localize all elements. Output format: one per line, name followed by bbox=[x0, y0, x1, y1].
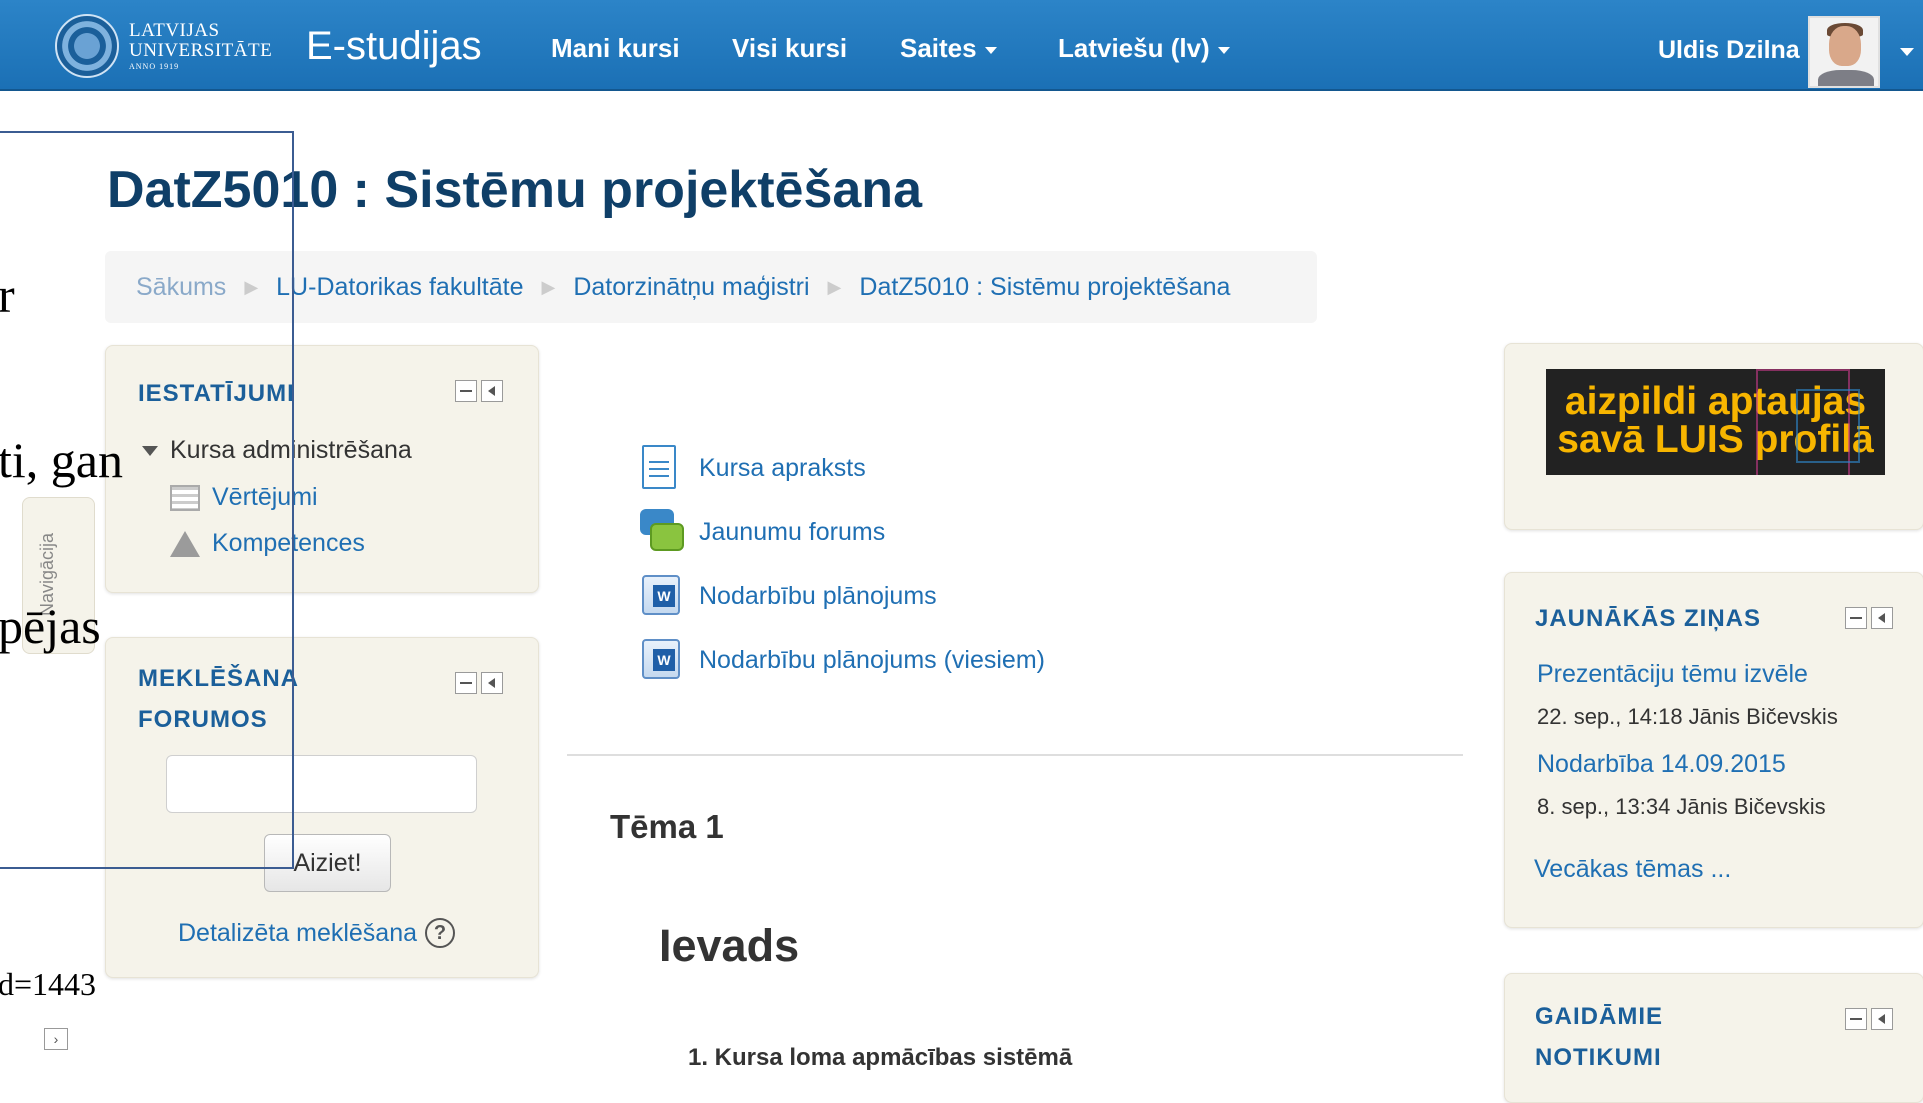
collapse-icon[interactable] bbox=[455, 672, 477, 694]
settings-item-grades[interactable]: Vērtējumi bbox=[170, 483, 318, 512]
logo-line-1: LATVIJAS bbox=[129, 19, 220, 41]
forum-search-title-line-2: FORUMOS bbox=[138, 706, 268, 733]
university-logo[interactable]: LATVIJAS UNIVERSITĀTE ANNO 1919 bbox=[55, 14, 272, 78]
breadcrumb-separator-icon: ▶ bbox=[244, 276, 259, 297]
activity-label: Kursa apraksts bbox=[699, 453, 866, 482]
topic-title: Tēma 1 bbox=[610, 808, 724, 845]
settings-block-title: IESTATĪJUMI bbox=[138, 380, 295, 407]
page-title: DatZ5010 : Sistēmu projektēšana bbox=[107, 161, 922, 219]
forum-icon bbox=[640, 509, 684, 555]
collapse-icon[interactable] bbox=[1845, 607, 1867, 629]
overlay-text-fragment: r bbox=[0, 267, 15, 323]
overlay-text-fragment: d=1443 bbox=[0, 966, 97, 1002]
activity-label: Nodarbību plānojums (viesiem) bbox=[699, 645, 1045, 674]
user-menu-chevron-icon[interactable] bbox=[1900, 48, 1914, 56]
nav-my-courses[interactable]: Mani kursi bbox=[551, 33, 680, 64]
avatar-body bbox=[1818, 70, 1874, 86]
forum-search-title: MEKLĒŠANA FORUMOS bbox=[138, 658, 299, 740]
settings-item-label: Vērtējumi bbox=[212, 483, 318, 511]
settings-item-competences[interactable]: Kompetences bbox=[170, 529, 365, 558]
competences-icon bbox=[170, 530, 200, 557]
activity-label: Jaunumu forums bbox=[699, 517, 886, 546]
news-item-meta: 22. sep., 14:18 Jānis Bičevskis bbox=[1537, 704, 1838, 729]
nav-language-dropdown[interactable]: Latviešu (lv) bbox=[1058, 33, 1230, 64]
overlay-text-fragment: ti, gan bbox=[0, 432, 123, 488]
nav-links-label: Saites bbox=[900, 33, 977, 63]
settings-item-label: Kursa administrēšana bbox=[170, 436, 412, 464]
news-item-meta: 8. sep., 13:34 Jānis Bičevskis bbox=[1537, 794, 1826, 819]
nav-language-label: Latviešu (lv) bbox=[1058, 33, 1210, 63]
avatar-face bbox=[1829, 26, 1861, 66]
survey-banner[interactable]: aizpildi aptaujas savā LUIS profilā bbox=[1546, 369, 1885, 475]
section-heading: Ievads bbox=[659, 920, 800, 971]
section-divider bbox=[567, 754, 1463, 756]
user-name[interactable]: Uldis Dzilna bbox=[1658, 36, 1800, 65]
expand-arrow-icon[interactable]: › bbox=[44, 1028, 68, 1050]
latest-news-controls bbox=[1845, 607, 1893, 629]
upcoming-events-controls bbox=[1845, 1008, 1893, 1030]
forum-search-controls bbox=[455, 672, 503, 694]
word-document-icon: W bbox=[640, 573, 680, 619]
dock-icon[interactable] bbox=[481, 672, 503, 694]
settings-block-controls bbox=[455, 380, 503, 402]
advanced-search-label: Detalizēta meklēšana bbox=[178, 918, 418, 947]
upcoming-events-title-line-2: NOTIKUMI bbox=[1535, 1044, 1662, 1071]
activity-course-description[interactable]: Kursa apraksts bbox=[640, 445, 866, 491]
survey-banner-line-2: savā LUIS profilā bbox=[1557, 418, 1874, 461]
upcoming-events-title-line-1: GAIDĀMIE bbox=[1535, 1003, 1663, 1030]
advanced-search-link[interactable]: Detalizēta meklēšana ? bbox=[178, 918, 456, 948]
top-navbar: LATVIJAS UNIVERSITĀTE ANNO 1919 E-studij… bbox=[0, 0, 1923, 91]
settings-item-label: Kompetences bbox=[212, 529, 365, 557]
upcoming-events-block: GAIDĀMIE NOTIKUMI bbox=[1504, 973, 1923, 1103]
logo-line-3: ANNO 1919 bbox=[129, 61, 180, 71]
nav-links-dropdown[interactable]: Saites bbox=[900, 33, 997, 64]
collapse-icon[interactable] bbox=[1845, 1008, 1867, 1030]
activity-news-forum[interactable]: Jaunumu forums bbox=[640, 509, 885, 555]
breadcrumb-faculty[interactable]: LU-Datorikas fakultāte bbox=[276, 273, 523, 302]
site-brand[interactable]: E-studijas bbox=[306, 24, 482, 69]
word-document-icon: W bbox=[640, 637, 680, 683]
settings-block: IESTATĪJUMI Kursa administrēšana Vērtēju… bbox=[105, 345, 539, 593]
list-item: 1. Kursa loma apmācības sistēmā bbox=[688, 1044, 1073, 1071]
search-submit-button[interactable]: Aiziet! bbox=[264, 834, 391, 892]
breadcrumb: Sākums ▶ LU-Datorikas fakultāte ▶ Datorz… bbox=[105, 251, 1317, 323]
news-item-title[interactable]: Nodarbība 14.09.2015 bbox=[1537, 750, 1786, 779]
news-item-title[interactable]: Prezentāciju tēmu izvēle bbox=[1537, 660, 1808, 689]
logo-text: LATVIJAS UNIVERSITĀTE ANNO 1919 bbox=[129, 19, 273, 71]
activity-lesson-plan-guests[interactable]: W Nodarbību plānojums (viesiem) bbox=[640, 637, 1045, 683]
activity-label: Nodarbību plānojums bbox=[699, 581, 937, 610]
survey-banner-line-1: aizpildi aptaujas bbox=[1564, 380, 1867, 423]
collapse-icon[interactable] bbox=[455, 380, 477, 402]
expand-arrow-icon bbox=[142, 445, 158, 456]
forum-search-title-line-1: MEKLĒŠANA bbox=[138, 665, 300, 692]
page-icon bbox=[640, 445, 680, 491]
forum-search-input[interactable] bbox=[166, 755, 477, 813]
breadcrumb-home[interactable]: Sākums bbox=[136, 273, 226, 302]
dock-icon[interactable] bbox=[1871, 607, 1893, 629]
older-topics-link[interactable]: Vecākas tēmas ... bbox=[1534, 855, 1731, 884]
grades-icon bbox=[170, 484, 200, 511]
avatar[interactable] bbox=[1808, 16, 1880, 88]
university-seal-icon bbox=[55, 14, 119, 78]
chevron-down-icon bbox=[1217, 46, 1230, 54]
activity-lesson-plan[interactable]: W Nodarbību plānojums bbox=[640, 573, 937, 619]
dock-icon[interactable] bbox=[1871, 1008, 1893, 1030]
latest-news-title: JAUNĀKĀS ZIŅAS bbox=[1535, 605, 1762, 632]
breadcrumb-separator-icon: ▶ bbox=[541, 276, 556, 297]
breadcrumb-course[interactable]: DatZ5010 : Sistēmu projektēšana bbox=[859, 273, 1230, 302]
overlay-text-fragment: pējas bbox=[0, 598, 101, 654]
dock-icon[interactable] bbox=[481, 380, 503, 402]
breadcrumb-separator-icon: ▶ bbox=[827, 276, 842, 297]
chevron-down-icon bbox=[984, 46, 997, 54]
upcoming-events-title: GAIDĀMIE NOTIKUMI bbox=[1535, 996, 1663, 1078]
help-icon[interactable]: ? bbox=[425, 918, 456, 948]
settings-item-course-admin[interactable]: Kursa administrēšana bbox=[142, 436, 412, 465]
breadcrumb-program[interactable]: Datorzinātņu maģistri bbox=[573, 273, 809, 302]
nav-all-courses[interactable]: Visi kursi bbox=[732, 33, 847, 64]
logo-line-2: UNIVERSITĀTE bbox=[129, 39, 273, 61]
